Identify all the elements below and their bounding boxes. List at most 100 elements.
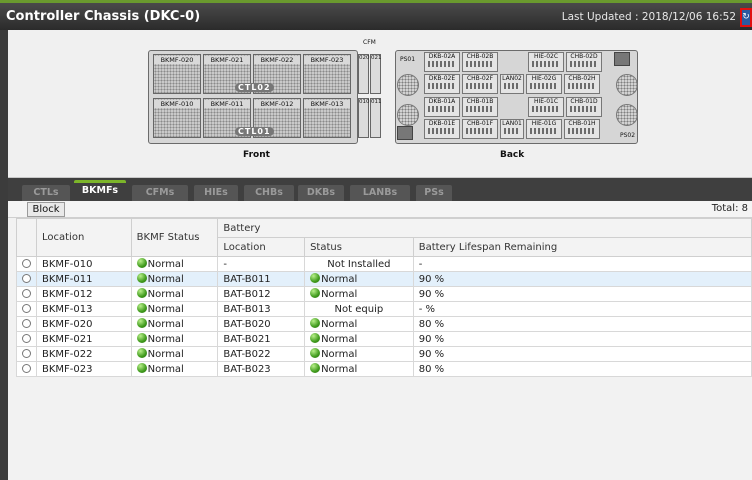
board-ports [428,83,456,89]
board-label: DKB-01A [428,98,456,105]
lan-board[interactable]: LAN02 [500,74,524,94]
board-slot[interactable]: CHB-02D [566,52,602,72]
tab-lanbs[interactable]: LANBs [350,185,410,201]
title-bar: Controller Chassis (DKC-0) Last Updated … [0,0,752,30]
board-slot[interactable]: DKB-02E [424,74,460,94]
table-row[interactable]: BKMF-021 Normal BAT-B021 Normal 90 % [16,331,752,347]
board-slot[interactable]: CHB-02F [462,74,498,94]
status-normal-icon [136,333,147,343]
board-slot[interactable]: DKB-01A [424,97,460,117]
cfm-slot[interactable]: 011 [370,98,382,138]
row-select-cell[interactable] [16,301,37,317]
cfm-slot[interactable]: 010 [358,98,370,138]
table-row[interactable]: BKMF-023 Normal BAT-B023 Normal 80 % [16,361,752,377]
cfm-slot[interactable]: 021 [370,54,382,94]
board-ports [568,83,596,89]
row-select-cell[interactable] [16,331,37,347]
row-radio-button[interactable] [22,304,31,313]
total-count: Total: 8 [711,203,748,214]
location-cell: BKMF-023 [36,361,132,377]
power-socket-icon [397,126,413,140]
battery-status-text: Not equip [334,303,384,315]
row-select-cell[interactable] [16,286,37,302]
tab-pss[interactable]: PSs [416,185,452,201]
table-row[interactable]: BKMF-012 Normal BAT-B012 Normal 90 % [16,286,752,302]
battery-status-cell: Normal [304,286,414,302]
battery-location-cell: BAT-B011 [217,271,306,287]
row-radio-button[interactable] [22,274,31,283]
column-header-bkmf-status[interactable]: BKMF Status [130,218,219,257]
board-ports [428,128,456,134]
board-slot[interactable]: CHB-01F [462,119,498,139]
bkmf-slot-label: BKMF-013 [304,100,350,108]
bkmf-slot-label: BKMF-022 [254,56,300,64]
board-slot[interactable]: CHB-02B [462,52,498,72]
row-select-cell[interactable] [16,271,37,287]
cfm-slot[interactable]: 020 [358,54,370,94]
status-normal-icon [136,318,147,328]
refresh-icon[interactable]: ↻ [740,8,752,27]
board-slot[interactable]: HIE-02C [528,52,564,72]
block-button[interactable]: Block [27,202,65,217]
bkmf-status-text: Normal [147,334,184,345]
bkmf-slot[interactable]: BKMF-023 [303,54,351,94]
board-slot[interactable]: DKB-02A [424,52,460,72]
board-slot[interactable]: DKB-01E [424,119,460,139]
status-normal-icon [136,273,147,283]
bkmf-slot[interactable]: BKMF-010 [153,98,201,138]
battery-status-cell: Normal [304,361,414,377]
tab-dkbs[interactable]: DKBs [298,185,344,201]
bkmf-slot[interactable]: BKMF-020 [153,54,201,94]
tab-ctls[interactable]: CTLs [22,185,70,201]
bkmf-slot[interactable]: BKMF-013 [303,98,351,138]
column-header-battery-location[interactable]: Location [217,237,306,257]
status-normal-icon [310,273,321,283]
table-row[interactable]: BKMF-022 Normal BAT-B022 Normal 90 % [16,346,752,362]
battery-status-text: Normal [321,364,358,375]
board-label: HIE-01G [531,120,557,127]
table-row[interactable]: BKMF-013 Normal BAT-B013 Not equip - % [16,301,752,317]
column-header-lifespan[interactable]: Battery Lifespan Remaining [412,237,752,257]
row-radio-button[interactable] [22,319,31,328]
board-slot[interactable]: CHB-01B [462,97,498,117]
board-slot[interactable]: HIE-01G [526,119,562,139]
board-label: DKB-01E [428,120,456,127]
column-header-battery-status[interactable]: Status [304,237,414,257]
controller-label: CTL01 [235,127,274,136]
row-select-cell[interactable] [16,346,37,362]
status-normal-icon [310,348,321,358]
bkmf-grid: Location BKMF Status Battery Location St… [8,218,752,480]
battery-status-text: Normal [321,349,358,360]
left-sidebar-edge [0,30,8,480]
row-radio-button[interactable] [22,289,31,298]
power-socket-icon [614,52,630,66]
bkmf-status-cell: Normal [130,361,219,377]
bkmf-slot-label: BKMF-010 [154,100,200,108]
lan-board[interactable]: LAN01 [500,119,524,139]
bkmf-status-cell: Normal [130,301,219,317]
board-slot[interactable]: HIE-01C [528,97,564,117]
column-header-location[interactable]: Location [36,218,132,257]
tab-cfms[interactable]: CFMs [132,185,188,201]
cfm-slot-label: 020 [359,55,370,61]
tab-chbs[interactable]: CHBs [244,185,294,201]
board-slot[interactable]: CHB-02H [564,74,600,94]
tab-bkmfs[interactable]: BKMFs [74,180,126,201]
board-slot[interactable]: HIE-02G [526,74,562,94]
row-select-cell[interactable] [16,256,37,272]
row-radio-button[interactable] [22,349,31,358]
cfm-slot-label: 011 [371,99,382,105]
row-select-cell[interactable] [16,361,37,377]
row-radio-button[interactable] [22,334,31,343]
table-row[interactable]: BKMF-010 Normal - Not Installed - [16,256,752,272]
table-row[interactable]: BKMF-020 Normal BAT-B020 Normal 80 % [16,316,752,332]
battery-location-cell: BAT-B021 [217,331,306,347]
board-label: HIE-02G [531,75,557,82]
table-row[interactable]: BKMF-011 Normal BAT-B011 Normal 90 % [16,271,752,287]
board-slot[interactable]: CHB-01H [564,119,600,139]
row-select-cell[interactable] [16,316,37,332]
row-radio-button[interactable] [22,259,31,268]
board-slot[interactable]: CHB-01D [566,97,602,117]
row-radio-button[interactable] [22,364,31,373]
tab-hies[interactable]: HIEs [194,185,238,201]
